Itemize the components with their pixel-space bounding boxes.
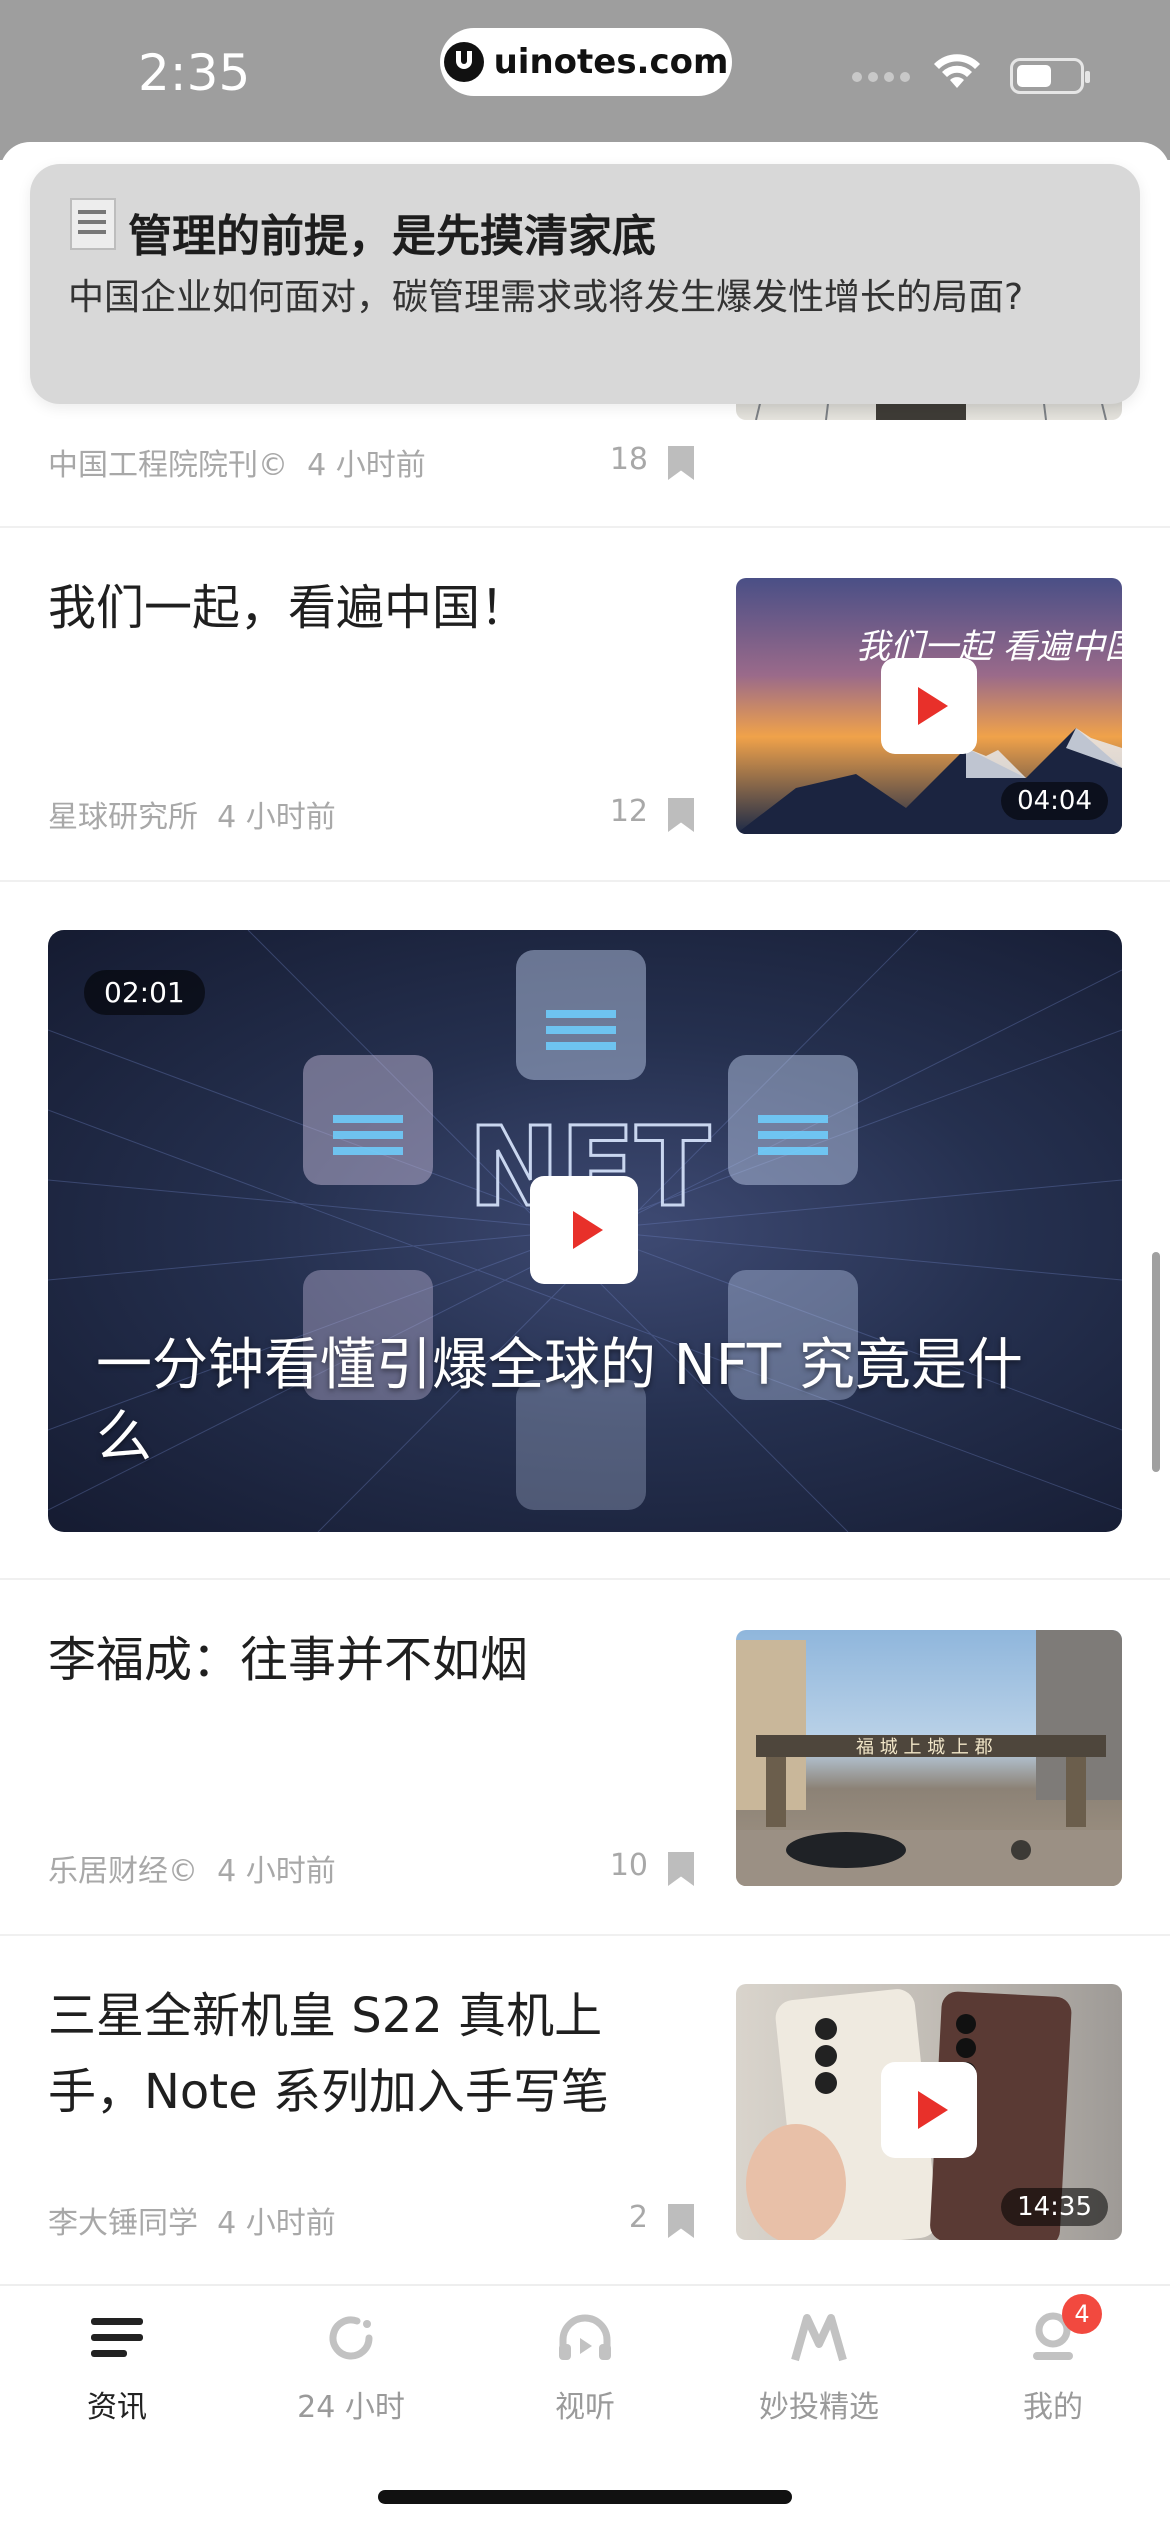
article-title: 李福成：往事并不如烟 [48, 1632, 529, 1688]
bookmark-icon[interactable] [668, 2204, 694, 2238]
tab-label: 视听 [555, 2390, 615, 2425]
bookmark-icon[interactable] [668, 1852, 694, 1886]
bookmark-count: 2 [628, 2200, 648, 2235]
play-button[interactable] [530, 1176, 638, 1284]
list-item[interactable]: 我们一起，看遍中国！ 星球研究所 4 小时前 12 我们一起 看遍中国 04:0… [0, 528, 1170, 882]
url-text: uinotes.com [493, 42, 729, 82]
video-duration: 02:01 [84, 970, 205, 1015]
divider [0, 1578, 1170, 1580]
article-source: 中国工程院院刊© [48, 448, 288, 483]
featured-video-card[interactable]: NFT 02:01 一分钟看懂引爆全球的 NFT 究竟是什么 [48, 930, 1122, 1532]
article-title: 我们一起，看遍中国！ [48, 580, 529, 636]
banner-title: 管理的前提，是先摸清家底 [128, 211, 656, 262]
article-source: 乐居财经© [48, 1854, 198, 1889]
article-thumbnail: 福 城 上 城 上 郡 [736, 1630, 1122, 1886]
notification-banner[interactable]: 管理的前提，是先摸清家底 中国企业如何面对，碳管理需求或将发生爆发性增长的局面? [30, 164, 1140, 404]
video-thumbnail[interactable]: 14:35 [736, 1984, 1122, 2240]
tab-label: 资讯 [87, 2390, 147, 2425]
headphones-icon [555, 2308, 615, 2368]
bookmark-count: 18 [609, 442, 648, 477]
bookmark-count: 10 [609, 1848, 648, 1883]
tab-profile[interactable]: 我的 [936, 2308, 1170, 2426]
list-item[interactable]: 李福成：往事并不如烟 乐居财经© 4 小时前 10 福 城 上 城 上 郡 [0, 1582, 1170, 1936]
m-logo-icon [789, 2308, 849, 2368]
tab-label: 妙投精选 [759, 2390, 879, 2425]
scrollbar[interactable] [1152, 1252, 1160, 1472]
article-source: 星球研究所 [48, 800, 198, 835]
play-button[interactable] [881, 2062, 977, 2158]
tab-picks[interactable]: 妙投精选 [702, 2308, 936, 2426]
banner-body: 中国企业如何面对，碳管理需求或将发生爆发性增长的局面? [68, 277, 1024, 318]
url-pill[interactable]: uinotes.com [440, 28, 732, 96]
video-duration: 04:04 [1001, 782, 1108, 820]
article-time: 4 小时前 [307, 448, 426, 483]
tab-label: 24 小时 [297, 2390, 405, 2425]
battery-icon [1010, 58, 1090, 94]
featured-video-title: 一分钟看懂引爆全球的 NFT 究竟是什么 [96, 1333, 1023, 1470]
bookmark-icon[interactable] [668, 798, 694, 832]
article-meta: 中国工程院院刊© 4 小时前 [48, 440, 426, 484]
article-meta: 乐居财经© 4 小时前 [48, 1846, 336, 1890]
status-bar: 2:35 uinotes.com [0, 0, 1170, 160]
document-icon [70, 198, 116, 250]
thumbnail-gate-text: 福 城 上 城 上 郡 [856, 1737, 993, 1758]
refresh-24h-icon [321, 2308, 381, 2368]
video-duration: 14:35 [1001, 2188, 1108, 2226]
tab-label: 我的 [1023, 2390, 1083, 2425]
article-source: 李大锤同学 [48, 2206, 198, 2241]
article-time: 4 小时前 [217, 800, 336, 835]
play-button[interactable] [881, 658, 977, 754]
tab-news[interactable]: 资讯 [0, 2308, 234, 2426]
bookmark-icon[interactable] [668, 446, 694, 480]
article-title: 三星全新机皇 S22 真机上手，Note 系列加入手写笔 [48, 1988, 609, 2120]
video-thumbnail[interactable]: 我们一起 看遍中国 04:04 [736, 578, 1122, 834]
bookmark-count: 12 [609, 794, 648, 829]
article-meta: 李大锤同学 4 小时前 [48, 2198, 336, 2242]
tab-24h[interactable]: 24 小时 [234, 2308, 468, 2426]
tab-audio-video[interactable]: 视听 [468, 2308, 702, 2426]
status-time: 2:35 [138, 44, 251, 102]
article-meta: 星球研究所 4 小时前 [48, 792, 336, 836]
home-indicator[interactable] [378, 2490, 792, 2504]
cellular-signal-icon [852, 72, 910, 82]
site-logo-icon [443, 42, 484, 82]
notification-badge: 4 [1062, 2294, 1102, 2334]
article-time: 4 小时前 [217, 2206, 336, 2241]
news-icon [87, 2308, 147, 2368]
list-item[interactable]: 三星全新机皇 S22 真机上手，Note 系列加入手写笔 李大锤同学 4 小时前… [0, 1934, 1170, 2284]
wifi-icon [934, 54, 980, 88]
article-time: 4 小时前 [217, 1854, 336, 1889]
